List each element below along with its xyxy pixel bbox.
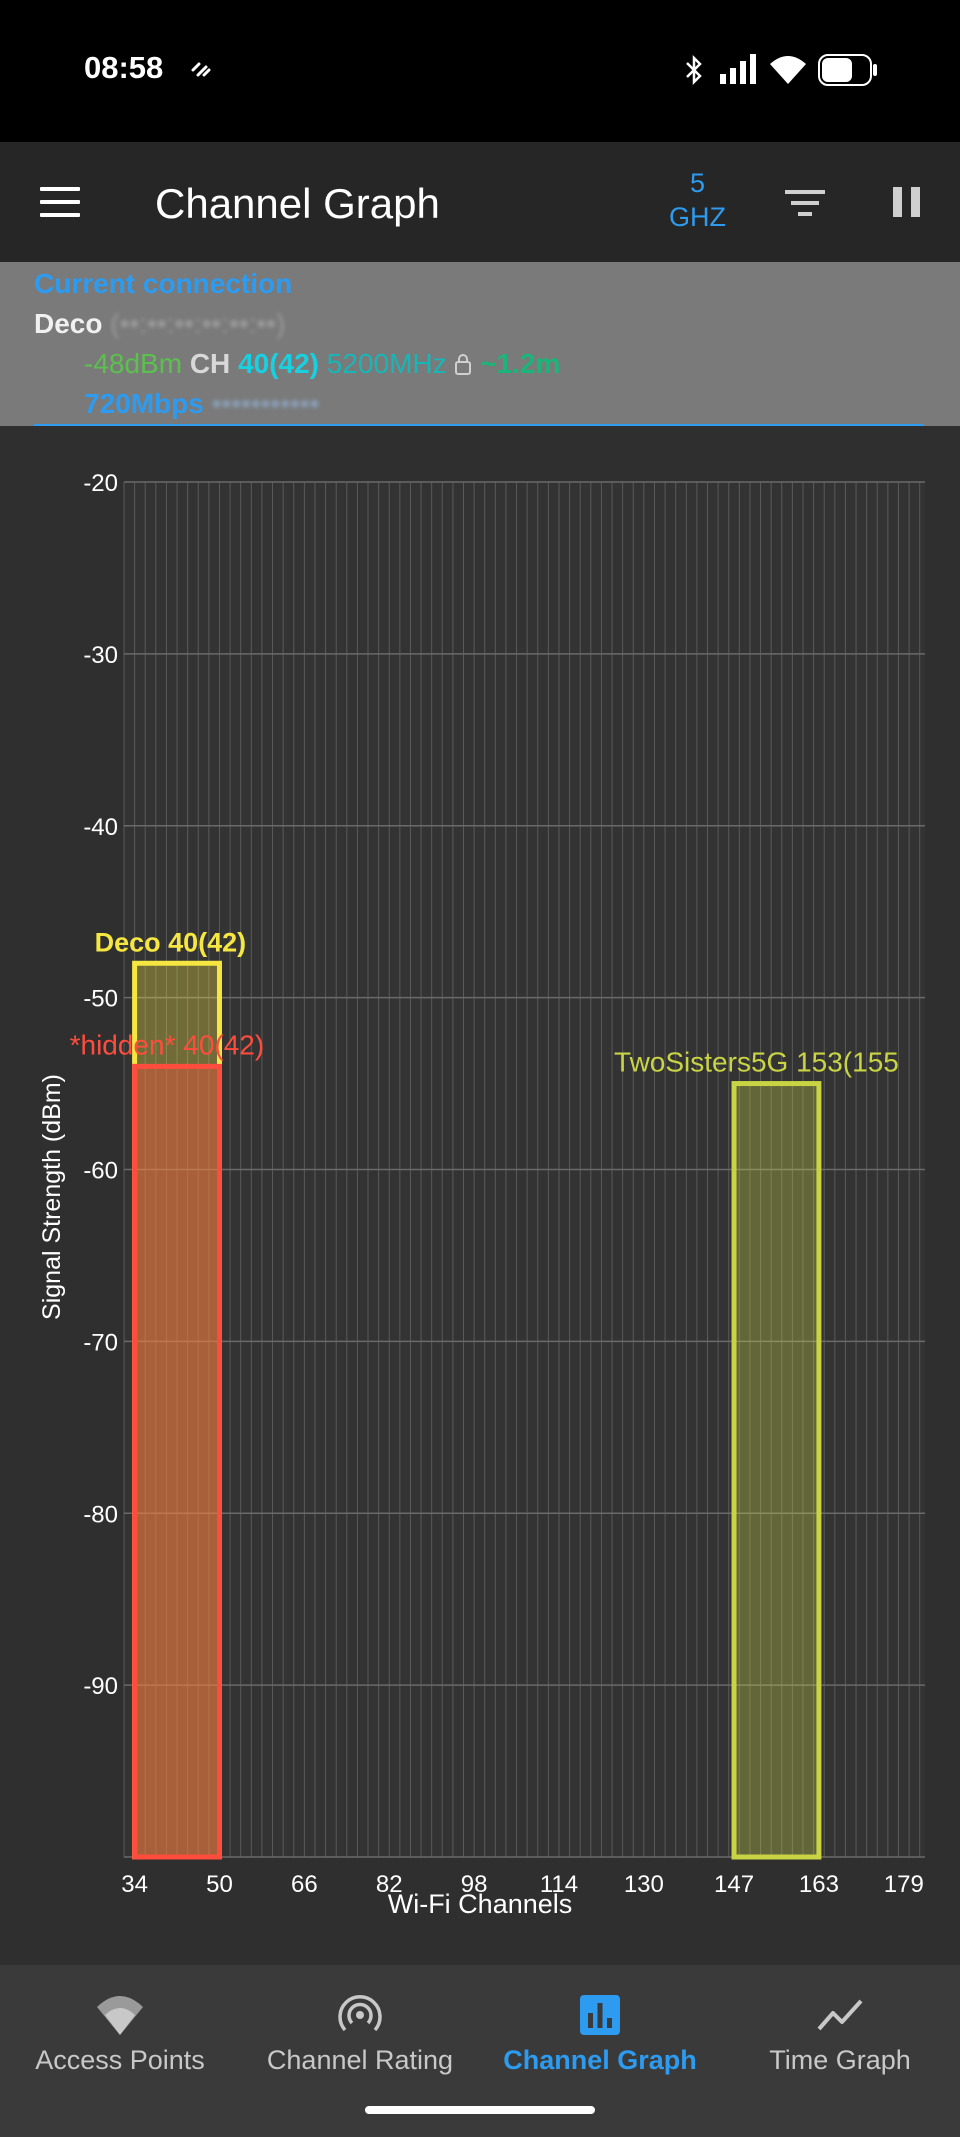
app-bar: Channel Graph 5 GHZ (0, 142, 960, 262)
connection-ch-label: CH (189, 348, 231, 379)
x-tick-label: 50 (206, 1871, 233, 1898)
bar-label: Deco 40(42) (95, 927, 247, 957)
y-tick-label: -50 (83, 986, 118, 1013)
y-tick-label: -70 (83, 1329, 118, 1356)
y-tick-label: -60 (83, 1158, 118, 1185)
x-tick-label: 179 (884, 1871, 924, 1898)
y-tick-label: -20 (83, 470, 118, 497)
y-tick-label: -40 (83, 814, 118, 841)
bar-chart-icon (580, 1995, 620, 2035)
bar-label: *hidden* 40(42) (70, 1029, 265, 1060)
battery-icon (818, 54, 877, 86)
status-time: 08:58 (84, 50, 164, 85)
signal-bar[interactable] (731, 1081, 822, 1860)
page-title: Channel Graph (155, 180, 440, 227)
x-tick-label: 163 (799, 1871, 839, 1898)
connection-signal: -48dBm (84, 348, 183, 379)
status-bar: 08:58 (0, 0, 960, 142)
bottom-navigation: Access Points Channel Rating Channel Gra… (0, 1965, 960, 2137)
nav-channel-graph-label: Channel Graph (503, 2045, 697, 2075)
connection-channel: 40(42) (238, 348, 319, 379)
lock-icon (455, 354, 472, 375)
y-axis-ticks: -20 -30 -40 -50 -60 -70 -80 -90 (83, 470, 118, 1700)
connection-bssid: (••:••:••:••:••:••) (110, 308, 286, 339)
cellular-signal-icon (720, 54, 756, 84)
nav-time-graph[interactable]: Time Graph (720, 1965, 960, 2115)
x-axis-label: Wi-Fi Channels (388, 1889, 573, 1919)
pause-icon[interactable] (893, 187, 921, 217)
nav-channel-graph[interactable]: Channel Graph (480, 1965, 720, 2115)
y-tick-label: -80 (83, 1501, 118, 1528)
signal-bar[interactable] (132, 1063, 222, 1860)
connection-details-line: -48dBm CH 40(42) 5200MHz ~1.2m (84, 348, 560, 380)
radar-icon (338, 1995, 382, 2032)
y-tick-label: -30 (83, 642, 118, 669)
nav-access-points[interactable]: Access Points (0, 1965, 240, 2115)
x-tick-label: 66 (291, 1871, 318, 1898)
line-chart-icon (817, 1999, 863, 2031)
nav-channel-rating[interactable]: Channel Rating (240, 1965, 480, 2115)
connection-distance: ~1.2m (480, 348, 561, 379)
nav-channel-rating-label: Channel Rating (266, 2045, 454, 2075)
wifi-icon (97, 1996, 143, 2035)
band-unit: GHZ (669, 202, 726, 232)
connection-ssid: Deco (34, 308, 103, 339)
link-icon (191, 62, 211, 77)
y-tick-label: -90 (83, 1673, 118, 1700)
bar-label: TwoSisters5G 153(155 (614, 1047, 899, 1078)
connection-speed-detail: ••••••••••• (211, 388, 320, 419)
wifi-icon (770, 56, 806, 84)
band-toggle[interactable]: 5 GHZ (650, 166, 745, 234)
current-connection-header: Current connection (34, 268, 293, 299)
y-axis-label: Signal Strength (dBm) (38, 1074, 66, 1320)
current-connection-panel[interactable]: Current connection Deco (••:••:••:••:••:… (0, 262, 960, 426)
x-tick-label: 34 (121, 1871, 148, 1898)
connection-speed: 720Mbps (84, 388, 204, 419)
connection-speed-line: 720Mbps ••••••••••• (84, 388, 319, 420)
connection-frequency: 5200MHz (326, 348, 447, 379)
nav-time-graph-label: Time Graph (769, 2045, 911, 2075)
x-tick-label: 130 (624, 1871, 664, 1898)
nav-access-points-label: Access Points (35, 2045, 205, 2075)
menu-icon[interactable] (40, 187, 80, 217)
connection-ssid-line: Deco (••:••:••:••:••:••) (34, 308, 285, 340)
channel-graph-chart[interactable]: Deco 40(42) *hidden* 40(42) TwoSisters5G 1… (0, 426, 960, 1965)
filter-icon[interactable] (785, 190, 825, 218)
band-number: 5 (689, 168, 706, 198)
home-indicator[interactable] (365, 2106, 595, 2114)
bluetooth-icon (686, 54, 702, 86)
x-tick-label: 147 (714, 1871, 754, 1898)
